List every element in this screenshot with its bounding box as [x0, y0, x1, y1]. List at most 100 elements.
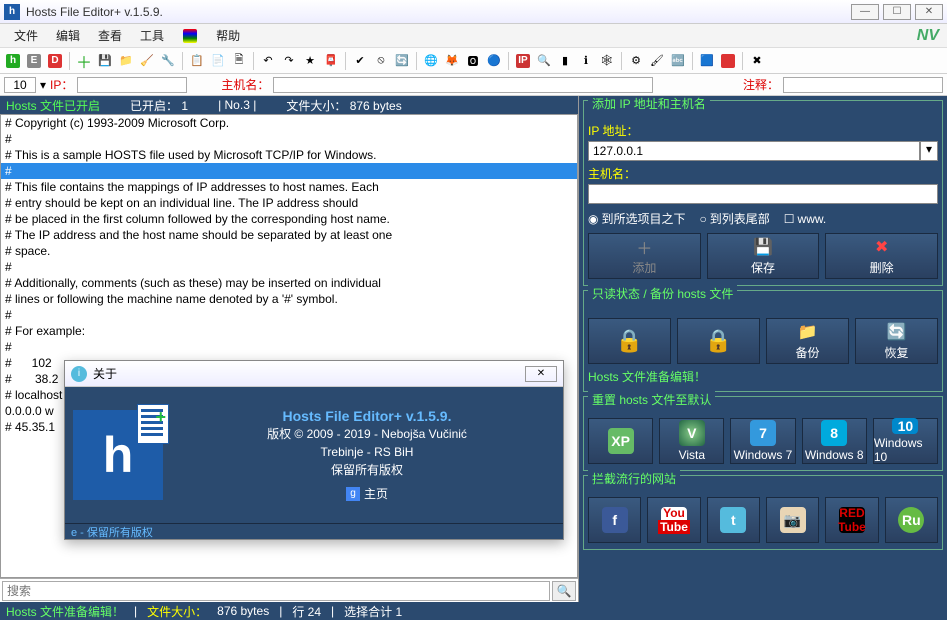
tb-h-icon[interactable]: h: [4, 52, 22, 70]
tb-folder-icon[interactable]: 📁: [117, 52, 135, 70]
delete-button[interactable]: ✖删除: [825, 233, 938, 279]
tb-net-icon[interactable]: 🕸: [598, 52, 616, 70]
editor-line[interactable]: #: [1, 163, 577, 179]
editor-line[interactable]: #: [1, 131, 577, 147]
tb-cancel-icon[interactable]: ⦸: [372, 52, 390, 70]
tb-refresh-icon[interactable]: 🔄: [393, 52, 411, 70]
about-close-button[interactable]: ✕: [525, 366, 557, 382]
tb-gear-icon[interactable]: ⚙: [627, 52, 645, 70]
right-panel: 添加 IP 地址和主机名 IP 地址： ▾ 主机名： ◉ 到所选项目之下 ○ 到…: [579, 96, 947, 602]
block-instagram[interactable]: 📷: [766, 497, 819, 543]
editor-line[interactable]: # This file contains the mappings of IP …: [1, 179, 577, 195]
ip-input[interactable]: [77, 77, 187, 93]
tb-add-icon[interactable]: ＋: [75, 52, 93, 70]
tb-brush-icon[interactable]: 🖌: [648, 52, 666, 70]
num-input[interactable]: [4, 77, 36, 93]
menu-view[interactable]: 查看: [90, 25, 130, 46]
bottom-status-bar: Hosts 文件准备编辑！ | 文件大小： 876 bytes | 行 24 |…: [0, 602, 947, 620]
tb-info-icon[interactable]: ℹ: [577, 52, 595, 70]
block-redtube[interactable]: REDTube: [825, 497, 878, 543]
editor-line[interactable]: # The IP address and the host name shoul…: [1, 227, 577, 243]
editor-line[interactable]: # space.: [1, 243, 577, 259]
tb-new-icon[interactable]: 🗎: [230, 52, 248, 70]
menu-flag-icon[interactable]: [174, 26, 206, 46]
ip-field[interactable]: [588, 141, 920, 161]
editor-line[interactable]: #: [1, 259, 577, 275]
add-button[interactable]: ＋添加: [588, 233, 701, 279]
app-icon: h: [4, 4, 20, 20]
tb-browser2-icon[interactable]: 🦊: [443, 52, 461, 70]
tb-tool-icon[interactable]: 🔧: [159, 52, 177, 70]
editor-line[interactable]: # Copyright (c) 1993-2009 Microsoft Corp…: [1, 115, 577, 131]
tb-browser1-icon[interactable]: 🌐: [422, 52, 440, 70]
block-facebook[interactable]: f: [588, 497, 641, 543]
tb-d-icon[interactable]: D: [46, 52, 64, 70]
os-w10-button[interactable]: 10Windows 10: [873, 418, 938, 464]
editor-line[interactable]: # be placed in the first column followed…: [1, 211, 577, 227]
radio-end[interactable]: ○ 到列表尾部: [700, 210, 770, 227]
save-button[interactable]: 💾保存: [707, 233, 820, 279]
block-youtube[interactable]: YouTube: [647, 497, 700, 543]
restore-button[interactable]: 🔄恢复: [855, 318, 938, 364]
os-vista-button[interactable]: VVista: [659, 418, 724, 464]
editor-line[interactable]: # Additionally, comments (such as these)…: [1, 275, 577, 291]
chk-www[interactable]: ☐ www.: [784, 212, 826, 226]
search-button[interactable]: 🔍: [552, 581, 576, 601]
maximize-button[interactable]: ☐: [883, 4, 911, 20]
about-homepage-link[interactable]: g主页: [346, 485, 388, 503]
about-status: e - 保留所有版权: [65, 523, 563, 539]
hostname-field[interactable]: [588, 184, 938, 204]
block-rutube[interactable]: Ru: [885, 497, 938, 543]
about-app-name: Hosts File Editor+ v.1.5.9.: [179, 407, 555, 425]
lock-red-button[interactable]: 🔒: [588, 318, 671, 364]
hostname-field-label: 主机名：: [588, 165, 938, 182]
tb-copy-icon[interactable]: 📋: [188, 52, 206, 70]
lock-grey-button[interactable]: 🔒: [677, 318, 760, 364]
tb-terminal-icon[interactable]: ▮: [556, 52, 574, 70]
tb-browser4-icon[interactable]: 🔵: [485, 52, 503, 70]
host-input[interactable]: [273, 77, 653, 93]
tb-star-icon[interactable]: ★: [301, 52, 319, 70]
menu-edit[interactable]: 编辑: [48, 25, 88, 46]
comment-input[interactable]: [783, 77, 943, 93]
about-dialog: i 关于 ✕ h + Hosts File Editor+ v.1.5.9. 版…: [64, 360, 564, 540]
editor-line[interactable]: #: [1, 307, 577, 323]
tb-stamp-icon[interactable]: 📮: [322, 52, 340, 70]
tb-search-icon[interactable]: 🔍: [535, 52, 553, 70]
minimize-button[interactable]: —: [851, 4, 879, 20]
tb-save-icon[interactable]: 💾: [96, 52, 114, 70]
menu-file[interactable]: 文件: [6, 25, 46, 46]
backup-button[interactable]: 📁备份: [766, 318, 849, 364]
editor-line[interactable]: # For example:: [1, 323, 577, 339]
tb-redo-icon[interactable]: ↷: [280, 52, 298, 70]
editor-line[interactable]: #: [1, 339, 577, 355]
tb-browser3-icon[interactable]: 🅾: [464, 52, 482, 70]
editor-line[interactable]: # lines or following the machine name de…: [1, 291, 577, 307]
os-xp-button[interactable]: XP: [588, 418, 653, 464]
radio-under[interactable]: ◉ 到所选项目之下: [588, 210, 686, 227]
tb-e-icon[interactable]: E: [25, 52, 43, 70]
tb-exit-icon[interactable]: ✖: [748, 52, 766, 70]
block-twitter[interactable]: t: [707, 497, 760, 543]
menu-help[interactable]: 帮助: [208, 25, 248, 46]
menu-tools[interactable]: 工具: [132, 25, 172, 46]
tb-files-icon[interactable]: 📄: [209, 52, 227, 70]
ip-dropdown-icon[interactable]: ▾: [920, 141, 938, 161]
os-w7-button[interactable]: 7Windows 7: [730, 418, 795, 464]
close-button[interactable]: ✕: [915, 4, 943, 20]
search-input[interactable]: [2, 581, 550, 601]
tb-undo-icon[interactable]: ↶: [259, 52, 277, 70]
editor-line[interactable]: # entry should be kept on an individual …: [1, 195, 577, 211]
editor-line[interactable]: # This is a sample HOSTS file used by Mi…: [1, 147, 577, 163]
tb-clean-icon[interactable]: 🧹: [138, 52, 156, 70]
toolbar: h E D ＋ 💾 📁 🧹 🔧 📋 📄 🗎 ↶ ↷ ★ 📮 ✔ ⦸ 🔄 🌐 🦊 …: [0, 48, 947, 74]
field-bar: ▾ IP： 主机名： 注释：: [0, 74, 947, 96]
tb-flag1-icon[interactable]: 🟦: [698, 52, 716, 70]
tb-lang-icon[interactable]: 🔤: [669, 52, 687, 70]
about-rights: 保留所有版权: [179, 461, 555, 479]
tb-ip-icon[interactable]: IP: [514, 52, 532, 70]
tb-flag2-icon[interactable]: [719, 52, 737, 70]
tb-check-icon[interactable]: ✔: [351, 52, 369, 70]
os-w8-button[interactable]: 8Windows 8: [802, 418, 867, 464]
hosts-on-label: Hosts 文件已开启: [6, 97, 100, 114]
